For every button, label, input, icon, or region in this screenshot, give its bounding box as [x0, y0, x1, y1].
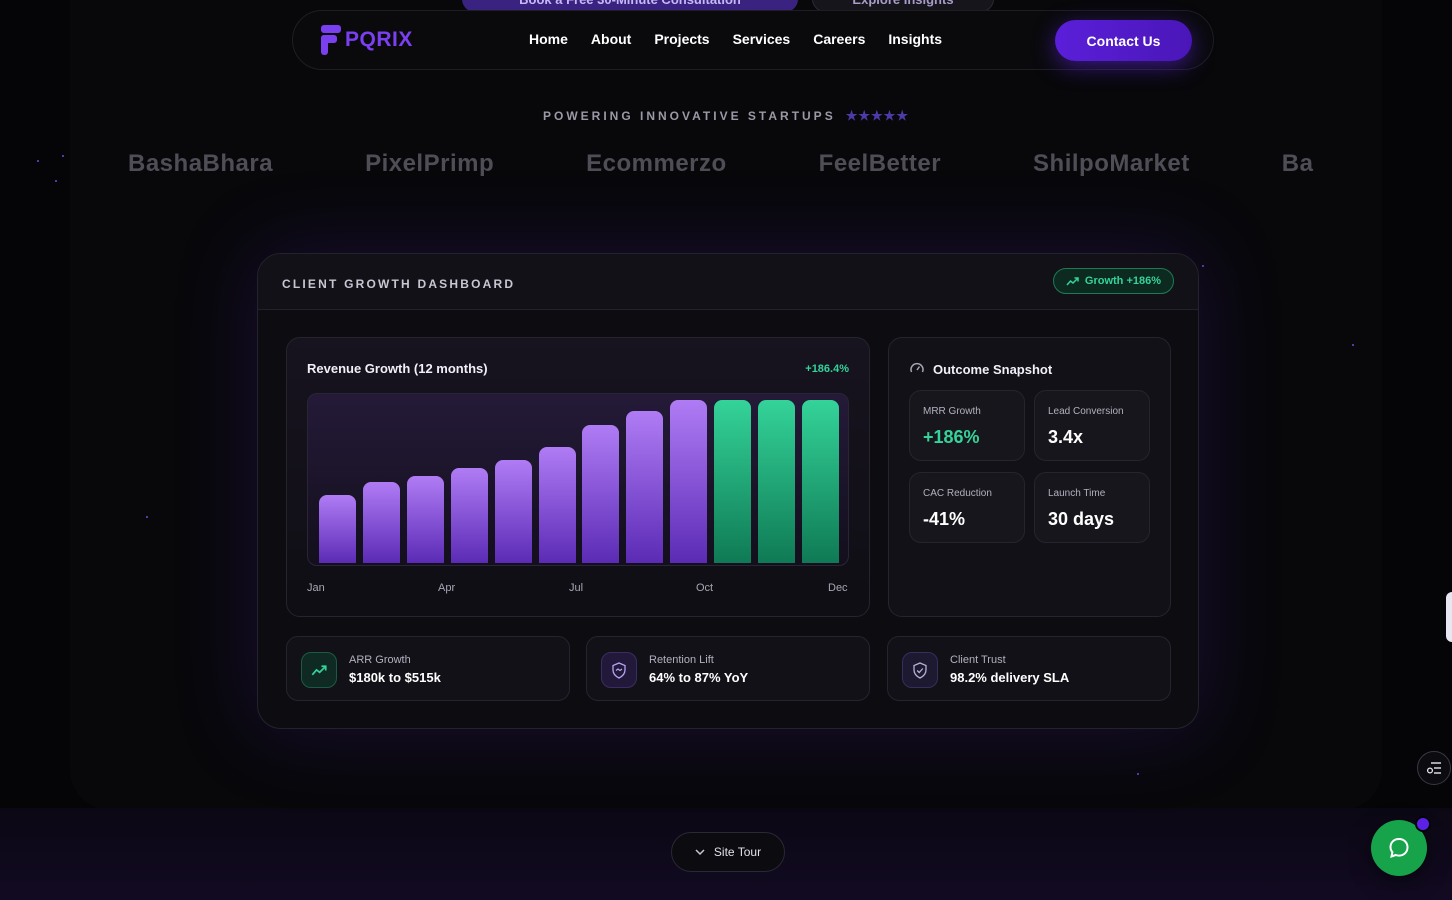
revenue-bar [319, 495, 357, 563]
tile-value: 3.4x [1048, 427, 1084, 447]
revenue-bar [626, 411, 664, 563]
tile-label: Launch Time [1048, 488, 1106, 499]
x-tick-label: Apr [438, 582, 456, 594]
nav-link-services[interactable]: Services [733, 31, 791, 47]
startup-logo-marquee: BashaBhara PixelPrimp Ecommerzo FeelBetter S… [128, 150, 1344, 184]
tile-label: Lead Conversion [1048, 406, 1124, 417]
accessibility-settings-button[interactable] [1417, 751, 1451, 785]
revenue-growth-title: Revenue Growth (12 months) [307, 361, 488, 376]
revenue-growth-card: Revenue Growth (12 months) +186.4% Jan A… [286, 337, 870, 617]
star-dot [1352, 344, 1354, 346]
star-dot [37, 160, 39, 162]
startups-heading: POWERING INNOVATIVE STARTUPS ★★★★★ [0, 108, 1452, 124]
lead-conversion-tile: Lead Conversion 3.4x [1034, 390, 1150, 461]
revenue-bar [407, 476, 445, 563]
tile-label: CAC Reduction [923, 488, 992, 499]
growth-badge: Growth +186% [1052, 268, 1174, 294]
rating-stars-icon: ★★★★★ [845, 108, 909, 123]
revenue-bar [670, 400, 708, 563]
logo-icon [319, 25, 341, 55]
x-tick-label: Oct [696, 582, 714, 594]
edge-tab-handle[interactable] [1446, 592, 1452, 642]
tile-value: -41% [923, 509, 966, 529]
launch-time-tile: Launch Time 30 days [1034, 472, 1150, 543]
nav-link-insights[interactable]: Insights [888, 31, 942, 47]
kpi-value: 64% to 87% YoY [649, 670, 749, 685]
kpi-label: ARR Growth [349, 654, 411, 666]
contact-us-button[interactable]: Contact Us [1055, 20, 1192, 61]
trend-up-icon [1066, 276, 1079, 285]
startup-logo: ShilpoMarket [1033, 150, 1190, 177]
revenue-bar [801, 400, 839, 563]
shield-check-icon [902, 652, 938, 688]
nav-link-projects[interactable]: Projects [654, 31, 709, 47]
revenue-bar [538, 446, 576, 563]
star-dot [55, 180, 57, 182]
growth-badge-text: Growth +186% [1084, 275, 1161, 287]
tile-value: +186% [923, 427, 980, 447]
startup-logo: Ba [1281, 150, 1314, 177]
cac-reduction-tile: CAC Reduction -41% [909, 472, 1025, 543]
logo[interactable]: PQRIX [319, 25, 413, 55]
mrr-growth-tile: MRR Growth +186% [909, 390, 1025, 461]
logo-text: PQRIX [345, 28, 413, 51]
revenue-growth-change: +186.4% [805, 363, 849, 375]
x-tick-label: Dec [828, 582, 848, 594]
nav-link-careers[interactable]: Careers [813, 31, 865, 47]
x-tick-label: Jul [569, 582, 584, 594]
handshake-shield-icon [601, 652, 637, 688]
tile-label: MRR Growth [923, 406, 981, 417]
startup-logo: BashaBhara [128, 150, 274, 177]
tile-value: 30 days [1048, 509, 1115, 529]
client-trust-card: Client Trust 98.2% delivery SLA [887, 636, 1171, 701]
revenue-bar [713, 400, 751, 563]
startups-heading-text: POWERING INNOVATIVE STARTUPS [543, 109, 836, 123]
outcome-snapshot-title: Outcome Snapshot [909, 361, 1052, 377]
dashboard-header: CLIENT GROWTH DASHBOARD Growth +186% [258, 254, 1198, 310]
star-dot [146, 516, 148, 518]
revenue-bar [494, 460, 532, 563]
trend-up-icon [301, 652, 337, 688]
site-tour-label: Site Tour [713, 845, 762, 859]
star-dot [1137, 773, 1139, 775]
revenue-bar [757, 400, 795, 563]
navbar: PQRIX Home About Projects Services Caree… [292, 10, 1214, 70]
startup-logo: FeelBetter [818, 150, 942, 177]
revenue-bar [582, 425, 620, 563]
nav-links: Home About Projects Services Careers Ins… [529, 31, 942, 47]
revenue-bar-chart [307, 393, 849, 566]
retention-lift-card: Retention Lift 64% to 87% YoY [586, 636, 870, 701]
star-dot [1202, 265, 1204, 267]
chevron-down-icon [695, 848, 705, 855]
revenue-bar [363, 481, 401, 563]
chat-bubble-icon [1389, 837, 1409, 859]
startup-logo: PixelPrimp [365, 150, 495, 177]
star-dot [62, 155, 64, 157]
kpi-value: 98.2% delivery SLA [950, 670, 1070, 685]
kpi-label: Client Trust [950, 654, 1006, 666]
chat-notification-dot [1415, 816, 1431, 832]
gauge-icon [910, 362, 924, 373]
site-tour-button[interactable]: Site Tour [671, 832, 785, 872]
outcome-snapshot-card: Outcome Snapshot MRR Growth +186% Lead C… [888, 337, 1171, 617]
nav-link-home[interactable]: Home [529, 31, 568, 47]
startup-logo: Ecommerzo [586, 150, 727, 177]
nav-link-about[interactable]: About [591, 31, 631, 47]
outcome-snapshot-text: Outcome Snapshot [933, 361, 1053, 377]
x-tick-label: Jan [307, 582, 325, 594]
filter-settings-icon [1426, 762, 1441, 774]
dashboard-title: CLIENT GROWTH DASHBOARD [282, 277, 516, 291]
kpi-value: $180k to $515k [349, 670, 441, 685]
arr-growth-card: ARR Growth $180k to $515k [286, 636, 570, 701]
revenue-bar [450, 468, 488, 563]
kpi-label: Retention Lift [649, 654, 714, 666]
client-growth-dashboard: CLIENT GROWTH DASHBOARD Growth +186% Rev… [257, 253, 1199, 729]
